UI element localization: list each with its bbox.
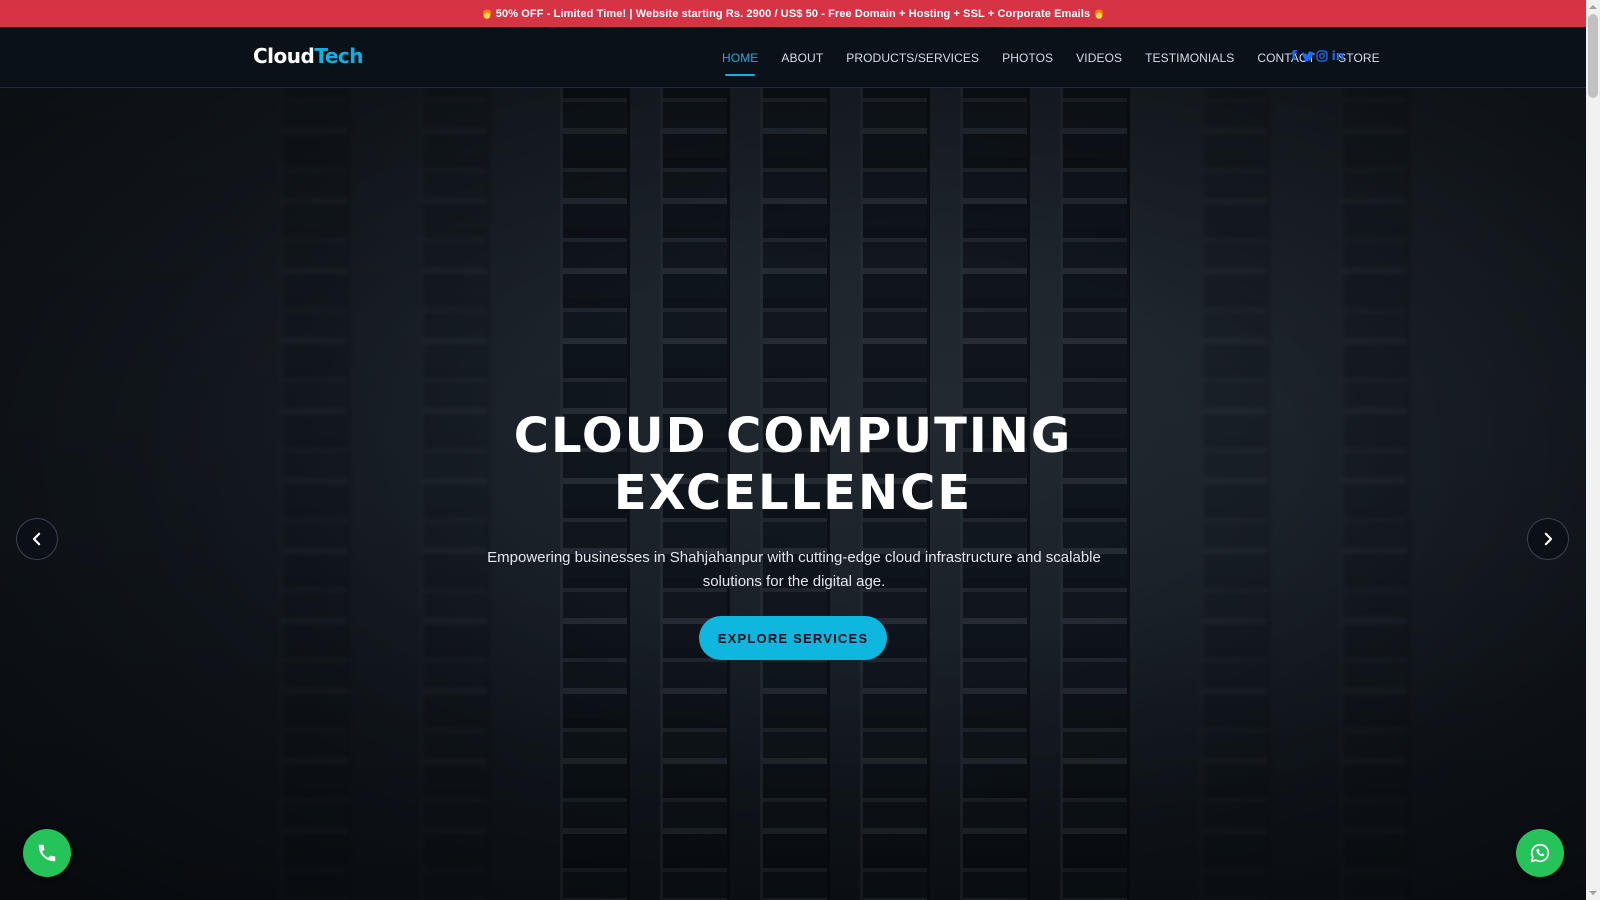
slider-prev-button[interactable]: [16, 518, 58, 560]
chevron-right-icon: [1544, 532, 1553, 546]
chevron-left-icon: [32, 532, 41, 546]
slider-next-button[interactable]: [1527, 518, 1569, 560]
scroll-down-icon[interactable]: [1586, 886, 1600, 900]
instagram-icon[interactable]: [1316, 49, 1328, 63]
hero-title-line-2: EXCELLENCE: [613, 465, 973, 521]
hero-title: CLOUD COMPUTING EXCELLENCE: [0, 408, 1586, 522]
scroll-up-icon[interactable]: [1586, 0, 1600, 14]
nav-item-home[interactable]: HOME: [722, 51, 758, 76]
page-scrollbar[interactable]: [1586, 0, 1600, 900]
phone-icon: [38, 844, 56, 862]
fire-icon: [482, 8, 491, 19]
facebook-icon[interactable]: f: [1288, 49, 1300, 64]
promo-text: 50% OFF - Limited Time! | Website starti…: [495, 7, 1091, 20]
navbar: CloudTech HOME ABOUT PRODUCTS/SERVICES P…: [0, 27, 1586, 88]
fire-icon: [1095, 8, 1104, 19]
call-button[interactable]: [23, 829, 71, 877]
nav-item-testimonials[interactable]: TESTIMONIALS: [1145, 51, 1234, 65]
hero-content: CLOUD COMPUTING EXCELLENCE Empowering bu…: [0, 88, 1586, 900]
site-logo[interactable]: CloudTech: [253, 44, 363, 68]
hero-subtitle: Empowering businesses in Shahjahanpur wi…: [487, 549, 1101, 590]
promo-banner: 50% OFF - Limited Time! | Website starti…: [0, 0, 1586, 27]
hero-title-line-1: CLOUD COMPUTING: [513, 408, 1073, 464]
nav-item-videos[interactable]: VIDEOS: [1076, 51, 1122, 65]
scrollbar-thumb[interactable]: [1588, 14, 1598, 98]
nav-item-products-services[interactable]: PRODUCTS/SERVICES: [846, 51, 979, 65]
linkedin-icon[interactable]: in: [1330, 49, 1346, 63]
nav-item-about[interactable]: ABOUT: [781, 51, 823, 65]
social-links: f in: [1288, 49, 1346, 64]
hero-slider: CLOUD COMPUTING EXCELLENCE Empowering bu…: [0, 88, 1586, 900]
logo-text-tech: Tech: [314, 44, 363, 68]
twitter-icon[interactable]: [1302, 49, 1314, 63]
logo-text-cloud: Cloud: [253, 44, 315, 68]
whatsapp-icon: [1530, 843, 1550, 863]
explore-services-button[interactable]: EXPLORE SERVICES: [699, 616, 887, 660]
nav-item-photos[interactable]: PHOTOS: [1002, 51, 1053, 65]
whatsapp-button[interactable]: [1516, 829, 1564, 877]
